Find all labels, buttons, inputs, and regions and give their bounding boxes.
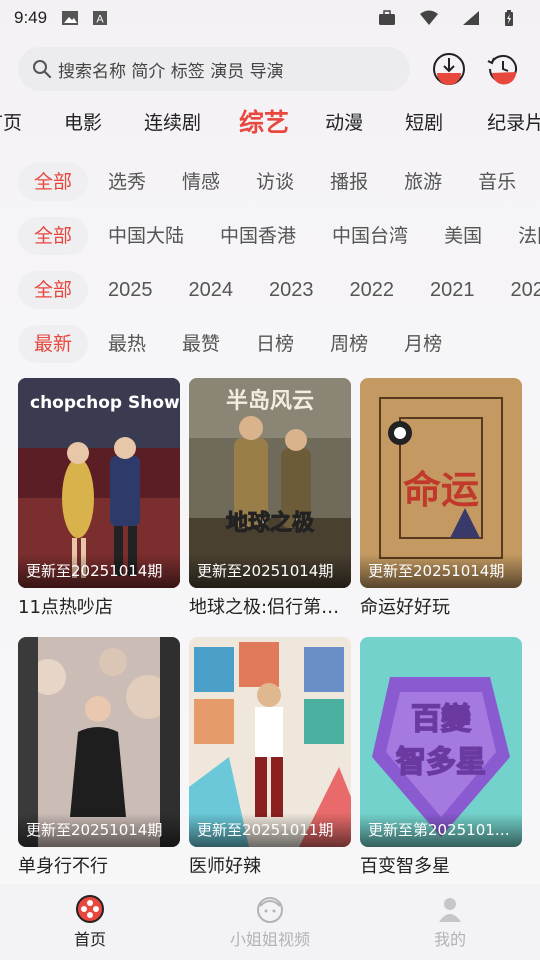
update-badge: 更新至20251014期 xyxy=(18,554,180,588)
region-filter-row: 全部 中国大陆 中国香港 中国台湾 美国 法国 xyxy=(18,216,540,256)
nav-profile[interactable]: 我的 xyxy=(390,894,510,950)
genre-chip[interactable]: 选秀 xyxy=(92,163,162,201)
history-icon[interactable] xyxy=(486,52,520,86)
poster-logo-text: 地球之极 xyxy=(226,510,315,536)
tab-short-drama[interactable]: 短剧 xyxy=(405,108,443,135)
show-poster[interactable]: chopchop Show 更新至20251014期 xyxy=(18,378,180,588)
show-card[interactable]: 命运 更新至20251014期 命运好好玩 xyxy=(360,378,522,619)
battery-charging-icon xyxy=(505,10,513,26)
show-card[interactable]: 更新至20251011期 医师好辣 xyxy=(189,637,351,878)
tab-home[interactable]: 首页 xyxy=(0,108,22,135)
update-badge: 更新至第2025101… xyxy=(360,813,522,847)
status-bar: 9:49 A xyxy=(0,0,540,36)
sort-filter-row: 最新 最热 最赞 日榜 周榜 月榜 xyxy=(18,324,540,364)
category-tabs: 首页 电影 连续剧 综艺 动漫 短剧 纪录片 xyxy=(0,98,540,144)
search-placeholder: 搜索名称 简介 标签 演员 导演 xyxy=(58,61,284,82)
genre-chip[interactable]: 美食 xyxy=(536,163,540,201)
show-poster[interactable]: 半岛风云 地球之极 更新至20251014期 xyxy=(189,378,351,588)
briefcase-icon xyxy=(379,10,395,25)
genre-chip[interactable]: 音乐 xyxy=(462,163,532,201)
update-badge: 更新至20251014期 xyxy=(189,554,351,588)
genre-chip[interactable]: 全部 xyxy=(18,163,89,201)
nav-label: 首页 xyxy=(73,930,106,949)
update-badge: 更新至20251014期 xyxy=(360,554,522,588)
poster-calligraphy-text: 半岛风云 xyxy=(226,388,314,414)
genre-chip[interactable]: 情感 xyxy=(166,163,236,201)
girl-face-icon xyxy=(257,897,283,923)
search-icon xyxy=(33,60,52,79)
region-chip[interactable]: 全部 xyxy=(18,217,89,255)
show-title: 11点热吵店 xyxy=(18,597,113,618)
year-chip[interactable]: 2025 xyxy=(92,271,169,309)
year-filter-row: 全部 2025 2024 2023 2022 2021 2020 xyxy=(18,270,540,310)
update-badge: 更新至20251014期 xyxy=(18,813,180,847)
search-input[interactable]: 搜索名称 简介 标签 演员 导演 xyxy=(18,47,410,91)
region-chip[interactable]: 中国香港 xyxy=(204,217,312,255)
show-card[interactable]: chopchop Show 更新至20251014期 11点热吵店 xyxy=(18,378,180,619)
poster-logo-text-bottom: 智多星 xyxy=(396,745,486,780)
year-chip[interactable]: 2023 xyxy=(253,271,330,309)
tab-series[interactable]: 连续剧 xyxy=(144,108,201,135)
update-badge: 更新至20251011期 xyxy=(189,813,351,847)
search-row: 搜索名称 简介 标签 演员 导演 xyxy=(18,46,528,92)
nav-label: 我的 xyxy=(433,930,466,949)
show-title: 百变智多星 xyxy=(360,856,450,877)
sort-chip[interactable]: 最赞 xyxy=(166,325,236,363)
poster-logo-text: 命运 xyxy=(403,467,479,512)
show-card[interactable]: 半岛风云 地球之极 更新至20251014期 地球之极:侣行第… xyxy=(189,378,351,619)
show-title: 医师好辣 xyxy=(189,856,261,877)
font-a-icon: A xyxy=(93,11,108,26)
show-card[interactable]: 更新至20251014期 单身行不行 xyxy=(18,637,180,878)
genre-chip[interactable]: 访谈 xyxy=(240,163,310,201)
tab-documentary[interactable]: 纪录片 xyxy=(487,108,540,135)
nav-home[interactable]: 首页 xyxy=(30,894,150,950)
year-chip[interactable]: 2022 xyxy=(334,271,411,309)
poster-logo-text: chopchop Show xyxy=(30,393,180,413)
status-time: 9:49 xyxy=(14,8,48,27)
show-poster[interactable]: 更新至20251011期 xyxy=(189,637,351,847)
wifi-icon xyxy=(420,10,438,25)
sort-chip[interactable]: 周榜 xyxy=(314,325,384,363)
profile-icon xyxy=(439,898,461,922)
svg-text:A: A xyxy=(96,14,104,26)
download-icon[interactable] xyxy=(432,52,466,86)
show-title: 单身行不行 xyxy=(18,856,108,877)
region-chip[interactable]: 美国 xyxy=(428,217,498,255)
year-chip[interactable]: 2021 xyxy=(414,271,491,309)
region-chip[interactable]: 法国 xyxy=(502,217,540,255)
cellular-signal-icon xyxy=(463,11,479,25)
genre-chip[interactable]: 旅游 xyxy=(388,163,458,201)
genre-filter-row: 全部 选秀 情感 访谈 播报 旅游 音乐 美食 xyxy=(18,162,540,202)
bottom-nav: 首页 小姐姐视频 我的 xyxy=(0,884,540,960)
home-film-icon xyxy=(76,895,104,923)
region-chip[interactable]: 中国大陆 xyxy=(92,217,200,255)
year-chip[interactable]: 2020 xyxy=(495,271,540,309)
tab-movie[interactable]: 电影 xyxy=(64,108,102,135)
nav-label: 小姐姐视频 xyxy=(229,930,310,949)
tab-anime[interactable]: 动漫 xyxy=(325,108,363,135)
poster-logo-text-top: 百變 xyxy=(411,702,471,737)
region-chip[interactable]: 中国台湾 xyxy=(316,217,424,255)
image-icon xyxy=(62,11,79,25)
sort-chip[interactable]: 最新 xyxy=(18,325,89,363)
sort-chip[interactable]: 日榜 xyxy=(240,325,310,363)
show-poster[interactable]: 更新至20251014期 xyxy=(18,637,180,847)
genre-chip[interactable]: 播报 xyxy=(314,163,384,201)
year-chip[interactable]: 2024 xyxy=(173,271,250,309)
show-poster[interactable]: 命运 更新至20251014期 xyxy=(360,378,522,588)
show-card[interactable]: 百變 智多星 更新至第2025101… 百变智多星 xyxy=(360,637,522,878)
sort-chip[interactable]: 最热 xyxy=(92,325,162,363)
nav-girl-videos[interactable]: 小姐姐视频 xyxy=(210,894,330,950)
show-title: 命运好好玩 xyxy=(360,597,450,618)
year-chip[interactable]: 全部 xyxy=(18,271,89,309)
sort-chip[interactable]: 月榜 xyxy=(388,325,458,363)
show-title: 地球之极:侣行第… xyxy=(189,597,340,618)
tab-variety[interactable]: 综艺 xyxy=(239,103,289,139)
show-poster[interactable]: 百變 智多星 更新至第2025101… xyxy=(360,637,522,847)
